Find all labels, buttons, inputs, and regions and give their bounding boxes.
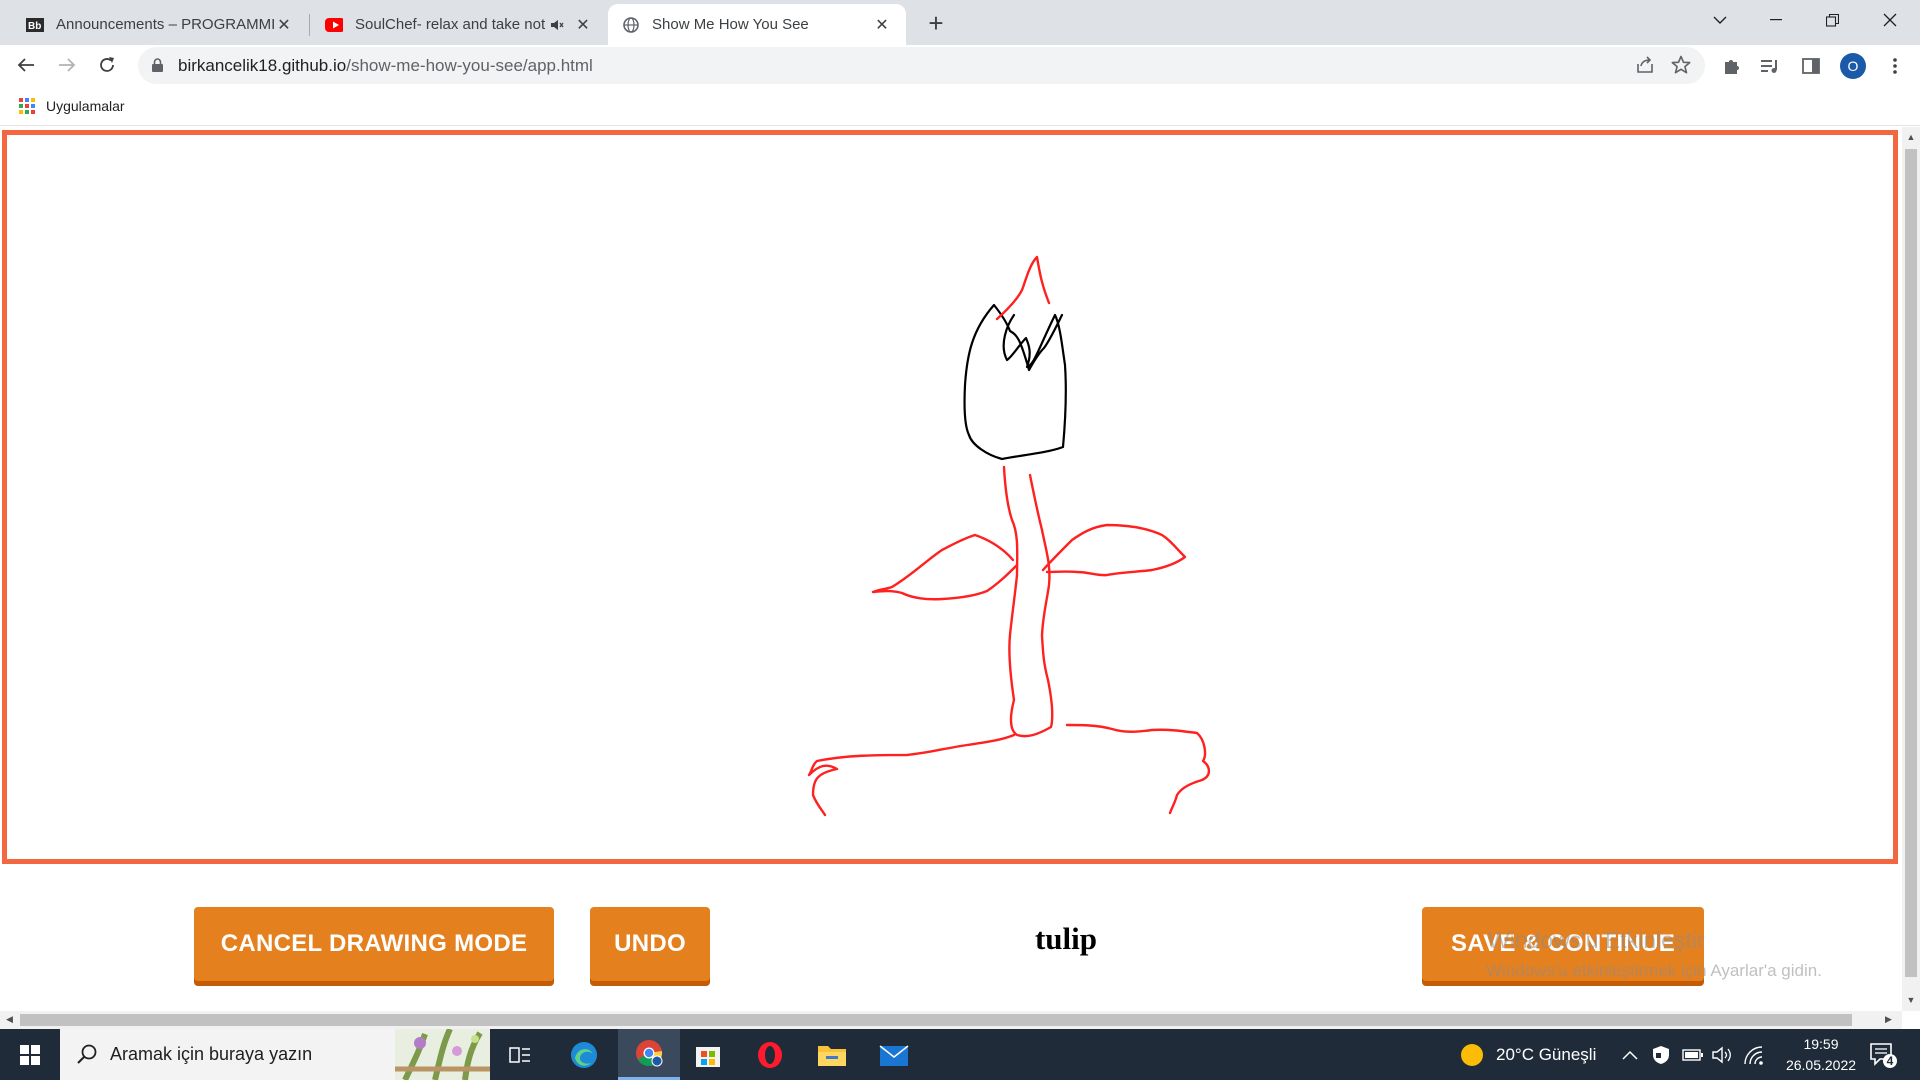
bookmark-label: Uygulamalar (46, 98, 125, 114)
clock-time: 19:59 (1803, 1036, 1839, 1052)
taskbar-search-box[interactable]: Aramak için buraya yazın (60, 1027, 490, 1082)
stem-stroke (1002, 465, 1054, 738)
address-bar[interactable]: birkancelik18.github.io/show-me-how-you-… (138, 47, 1705, 84)
url-text: birkancelik18.github.io/show-me-how-you-… (178, 56, 593, 76)
vertical-scrollbar[interactable]: ▲ ▼ (1902, 127, 1920, 1011)
forward-arrow-icon[interactable] (51, 49, 83, 81)
right-leaf-stroke (1041, 523, 1187, 577)
show-hidden-icons-chevron-icon[interactable] (1622, 1029, 1638, 1080)
close-tab-icon[interactable]: ✕ (872, 15, 892, 35)
muted-audio-icon[interactable] (547, 15, 567, 35)
minimize-icon[interactable] (1748, 0, 1804, 40)
edge-icon[interactable] (556, 1029, 612, 1080)
weather-text: 20°C Güneşli (1496, 1044, 1597, 1064)
close-window-icon[interactable] (1862, 0, 1918, 40)
globe-icon (622, 16, 640, 34)
battery-icon[interactable] (1682, 1029, 1704, 1080)
task-view-icon[interactable] (492, 1029, 548, 1080)
apps-grid-icon (19, 98, 35, 114)
horizontal-scrollbar[interactable]: ◀ ▶ (0, 1011, 1902, 1029)
scroll-right-arrow-icon[interactable]: ▶ (1885, 1014, 1892, 1025)
bookmarks-bar: Uygulamalar (0, 86, 1920, 126)
petal-top-stroke (995, 255, 1051, 321)
close-tab-icon[interactable]: ✕ (274, 15, 294, 35)
tab-title: Show Me How You See (652, 16, 809, 33)
bb-icon: Bb (26, 16, 44, 34)
chrome-icon[interactable] (618, 1029, 680, 1080)
profile-avatar[interactable]: O (1840, 53, 1866, 79)
search-icon (76, 1043, 98, 1070)
sun-icon (1461, 1043, 1483, 1066)
weather-widget[interactable]: 20°C Güneşli (1460, 1029, 1596, 1080)
search-highlight-image (395, 1027, 490, 1082)
drawing-strokes (807, 255, 1211, 817)
cancel-drawing-mode-button[interactable]: CANCEL DRAWING MODE (194, 907, 554, 981)
volume-icon[interactable] (1712, 1029, 1734, 1080)
tab-title: SoulChef- relax and take not (355, 16, 546, 33)
clock-date: 26.05.2022 (1785, 1057, 1857, 1073)
tab-soulchef[interactable]: SoulChef- relax and take not ✕ (311, 4, 607, 45)
tab-search-chevron-icon[interactable] (1692, 0, 1748, 40)
youtube-icon (325, 16, 343, 34)
horizontal-scroll-thumb[interactable] (20, 1014, 1852, 1026)
close-tab-icon[interactable]: ✕ (573, 15, 593, 35)
activation-watermark-text: Windows'u etkinleştirmek için Ayarlar'a … (1486, 961, 1822, 980)
windows-start-icon[interactable] (0, 1029, 60, 1080)
network-icon[interactable] (1743, 1029, 1763, 1080)
bookmark-star-icon[interactable] (1671, 55, 1691, 80)
tab-title: Announcements – PROGRAMMIN (56, 16, 274, 33)
tab-separator (309, 14, 310, 36)
url-path: /show-me-how-you-see/app.html (346, 56, 593, 75)
scroll-down-arrow-icon[interactable]: ▼ (1906, 995, 1916, 1005)
restore-icon[interactable] (1804, 0, 1860, 40)
extensions-puzzle-icon[interactable] (1719, 54, 1743, 78)
tab-announcements[interactable]: Bb Announcements – PROGRAMMIN ✕ (12, 4, 308, 45)
lock-icon (152, 58, 163, 77)
search-placeholder: Aramak için buraya yazın (110, 1044, 313, 1064)
windows-taskbar: Aramak için buraya yazın 20°C Güneşli 19… (0, 1027, 1920, 1082)
url-domain: birkancelik18.github.io (178, 56, 347, 75)
side-panel-icon[interactable] (1799, 54, 1823, 78)
ground-left-stroke (807, 733, 1016, 817)
vertical-scroll-thumb[interactable] (1905, 149, 1917, 977)
scroll-up-arrow-icon[interactable]: ▲ (1906, 132, 1916, 142)
opera-icon[interactable] (742, 1029, 798, 1080)
target-word: tulip (1034, 921, 1098, 956)
page-viewport: CANCEL DRAWING MODE UNDO tulip SAVE & CO… (0, 127, 1902, 1011)
mail-icon[interactable] (866, 1029, 922, 1080)
scroll-left-arrow-icon[interactable]: ◀ (6, 1014, 13, 1025)
media-control-icon[interactable] (1759, 54, 1783, 78)
flower-head-stroke (963, 303, 1067, 461)
reload-icon[interactable] (91, 49, 123, 81)
activation-watermark-title: Windows'u Etkinleştir (1488, 927, 1705, 953)
notification-center-icon[interactable]: 4 (1868, 1041, 1898, 1069)
browser-toolbar: birkancelik18.github.io/show-me-how-you-… (0, 45, 1920, 86)
security-shield-icon[interactable] (1652, 1029, 1670, 1080)
microsoft-store-icon[interactable] (680, 1029, 736, 1080)
undo-button[interactable]: UNDO (590, 907, 710, 981)
svg-text:Bb: Bb (28, 21, 41, 32)
drawing-canvas[interactable] (2, 130, 1898, 864)
share-icon[interactable] (1635, 55, 1655, 80)
new-tab-plus-icon[interactable]: + (922, 9, 950, 37)
back-arrow-icon[interactable] (10, 49, 42, 81)
ground-right-stroke (1065, 723, 1211, 815)
bookmark-apps[interactable]: Uygulamalar (19, 98, 125, 114)
taskbar-clock[interactable]: 19:59 26.05.2022 (1776, 1034, 1866, 1076)
left-leaf-stroke (871, 533, 1019, 601)
tab-show-me-how-you-see[interactable]: Show Me How You See ✕ (608, 4, 906, 45)
file-explorer-icon[interactable] (804, 1029, 860, 1080)
notification-count: 4 (1886, 1054, 1894, 1068)
more-menu-icon[interactable] (1883, 54, 1907, 78)
tab-strip: Bb Announcements – PROGRAMMIN ✕ SoulChef… (0, 0, 1920, 45)
